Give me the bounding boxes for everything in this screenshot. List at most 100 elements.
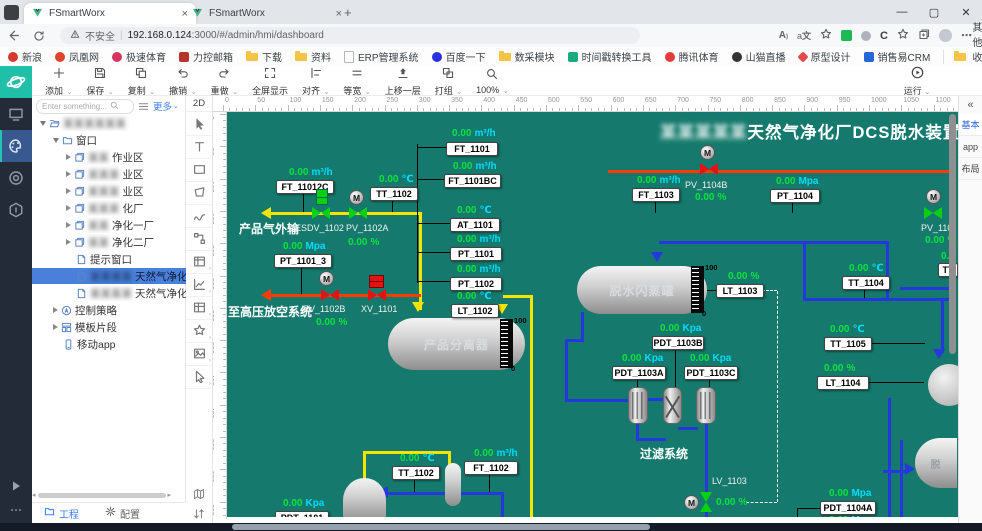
bookmark-下载[interactable]: 下载 <box>246 49 282 64</box>
tool-rect[interactable] <box>186 158 212 182</box>
tab-工程[interactable]: 工程 <box>44 506 79 521</box>
rail-dots-icon[interactable] <box>10 503 22 521</box>
vessel-脱[interactable]: 脱 <box>915 438 957 488</box>
rail-play-icon[interactable] <box>10 479 22 497</box>
hmi-tag-LT_1103[interactable]: LT_1103 <box>716 284 764 298</box>
bookmark-百度一下[interactable]: 百度一下 <box>431 49 486 64</box>
hmi-tag-PDT_1103A[interactable]: PDT_1103A <box>612 366 666 380</box>
hmi-tag-PDT_1103B[interactable]: PDT_1103B <box>652 336 704 350</box>
hmi-tag-TT_1102[interactable]: TT_1102 <box>370 187 418 201</box>
toolbar-uplayer-button[interactable]: 上移一层 <box>378 66 428 96</box>
hmi-tag-FT_1102[interactable]: FT_1102 <box>464 461 518 475</box>
search-input[interactable]: Enter something... <box>36 98 134 114</box>
valve-icon[interactable] <box>700 163 718 175</box>
favorites-bar-icon[interactable] <box>897 28 909 43</box>
bookmark-ERP管理系统[interactable]: ERP管理系统 <box>344 49 419 64</box>
tool-transform[interactable] <box>186 227 212 251</box>
hmi-tag-FT_1101[interactable]: FT_1101 <box>446 142 498 156</box>
expander-icon[interactable] <box>66 239 71 245</box>
tool-panel[interactable]: › <box>186 250 212 274</box>
fsmartworx-logo-icon[interactable] <box>0 66 32 98</box>
vessel-dome[interactable] <box>343 478 386 517</box>
expander-icon[interactable] <box>53 307 58 313</box>
bookmark-销售易CRM[interactable]: 销售易CRM <box>863 49 930 64</box>
bookmark-新浪[interactable]: 新浪 <box>8 49 42 64</box>
motor-icon[interactable]: M <box>319 271 334 286</box>
rail-screen-icon[interactable] <box>0 98 32 130</box>
motor-icon[interactable]: M <box>349 190 364 205</box>
tool-curve[interactable] <box>186 204 212 228</box>
toolbar-align-button[interactable]: 对齐 ⌄ <box>295 66 336 96</box>
tool-polygon[interactable] <box>186 181 212 205</box>
bookmark-凤凰网[interactable]: 凤凰网 <box>55 49 99 64</box>
toolbar-equal-button[interactable]: 等宽 ⌄ <box>336 66 377 96</box>
expander-icon[interactable] <box>66 188 71 194</box>
canvas-hscrollbar[interactable] <box>0 523 982 531</box>
tab-close-icon[interactable]: × <box>336 8 342 20</box>
more-button[interactable]: 更多 ⌄ <box>153 99 179 113</box>
tool-table[interactable]: › <box>186 296 212 320</box>
collections-icon[interactable] <box>918 28 930 43</box>
expander-icon[interactable] <box>40 120 46 126</box>
filter-vessel[interactable] <box>628 387 648 424</box>
hmi-tag-PT_1101[interactable]: PT_1101 <box>450 247 502 261</box>
vessel-脱水闪蒸罐[interactable]: 脱水闪蒸罐 <box>577 266 707 314</box>
toolbar-redo-button[interactable]: 重做 ⌄ <box>204 66 245 96</box>
tool-map[interactable] <box>186 484 212 504</box>
new-tab-button[interactable]: + <box>344 5 352 20</box>
tree-item[interactable]: 控制策略 <box>32 302 207 318</box>
hmi-tag-PDT_1103C[interactable]: PDT_1103C <box>684 366 738 380</box>
run-button[interactable]: 运行 ⌄ <box>893 66 941 96</box>
url-field[interactable]: 不安全 | 192.168.0.124:3000/#/admin/hmi/das… <box>60 27 640 44</box>
expander-icon[interactable] <box>53 137 59 143</box>
rail-target-icon[interactable] <box>0 162 32 194</box>
tree-item[interactable]: 移动app <box>32 336 207 352</box>
vessel-circle[interactable] <box>928 364 958 406</box>
filter-vessel[interactable] <box>696 387 716 424</box>
toolbar-fullscreen-button[interactable]: 全屏显示 <box>245 66 295 96</box>
toolbar-save-button[interactable]: 保存 ⌄ <box>79 66 120 96</box>
vessel-cyl[interactable] <box>445 463 461 506</box>
tool-chart[interactable]: › <box>186 273 212 297</box>
hmi-tag-TT_1102[interactable]: TT_1102 <box>392 466 440 480</box>
back-icon[interactable] <box>0 29 26 42</box>
list-view-icon[interactable] <box>138 101 149 112</box>
motor-icon[interactable]: M <box>700 145 715 160</box>
hmi-tag-LT_1102[interactable]: LT_1102 <box>451 304 499 318</box>
hmi-tag-PT_1101_3[interactable]: PT_1101_3 <box>274 254 332 268</box>
tool-cursor[interactable] <box>186 112 212 136</box>
more-icon[interactable]: ⋯ <box>961 29 972 42</box>
expander-icon[interactable] <box>66 205 71 211</box>
canvas-vscrollbar[interactable] <box>949 114 956 354</box>
bookmark-资料[interactable]: 资料 <box>295 49 331 64</box>
toolbar-group-button[interactable]: 打组 ⌄ <box>428 66 469 96</box>
valve-icon[interactable] <box>321 289 339 301</box>
rail-palette-icon[interactable] <box>0 130 32 162</box>
valve-icon[interactable] <box>368 289 386 301</box>
maximize-button[interactable]: ▢ <box>918 0 950 24</box>
tab-workspaces-icon[interactable] <box>4 5 19 20</box>
toolbar-copy-button[interactable]: 复制 ⌄ <box>121 66 162 96</box>
expander-icon[interactable] <box>66 154 71 160</box>
other-bookmarks[interactable]: 其他收藏夹 <box>943 23 982 94</box>
rail-component-icon[interactable] <box>0 194 32 226</box>
tool-image[interactable]: › <box>186 342 212 366</box>
valve-icon[interactable] <box>924 207 942 219</box>
hmi-tag-PT_1102[interactable]: PT_1102 <box>450 277 502 291</box>
mode-2d-label[interactable]: 2D <box>186 96 212 112</box>
hmi-tag-LT_1104[interactable]: LT_1104 <box>817 376 869 390</box>
tree-item[interactable]: 某某某某某某 <box>32 115 194 131</box>
browser-tab-1[interactable]: FSmartWorx × <box>24 3 196 24</box>
tool-shape[interactable]: › <box>186 319 212 343</box>
refresh-icon[interactable] <box>26 30 52 42</box>
hmi-tag-AT_1101[interactable]: AT_1101 <box>450 218 500 232</box>
toolbar-undo-button[interactable]: 撤销 ⌄ <box>162 66 203 96</box>
hmi-canvas[interactable]: 产品分离器 脱水闪蒸罐脱 100 0 100 0 FT_1101 0.00 m³/h FT_110… <box>227 112 958 517</box>
tool-pointer[interactable]: › <box>186 365 212 389</box>
bookmark-原型设计[interactable]: 原型设计 <box>796 49 851 64</box>
panel-tab-app[interactable]: app <box>959 136 982 158</box>
browser-tab-2[interactable]: FSmartWorx × <box>184 3 350 24</box>
valve-icon[interactable] <box>700 492 712 512</box>
hmi-tag-FT_1103[interactable]: FT_1103 <box>632 188 680 202</box>
hmi-tag-TT_1105[interactable]: TT_1105 <box>824 337 872 351</box>
